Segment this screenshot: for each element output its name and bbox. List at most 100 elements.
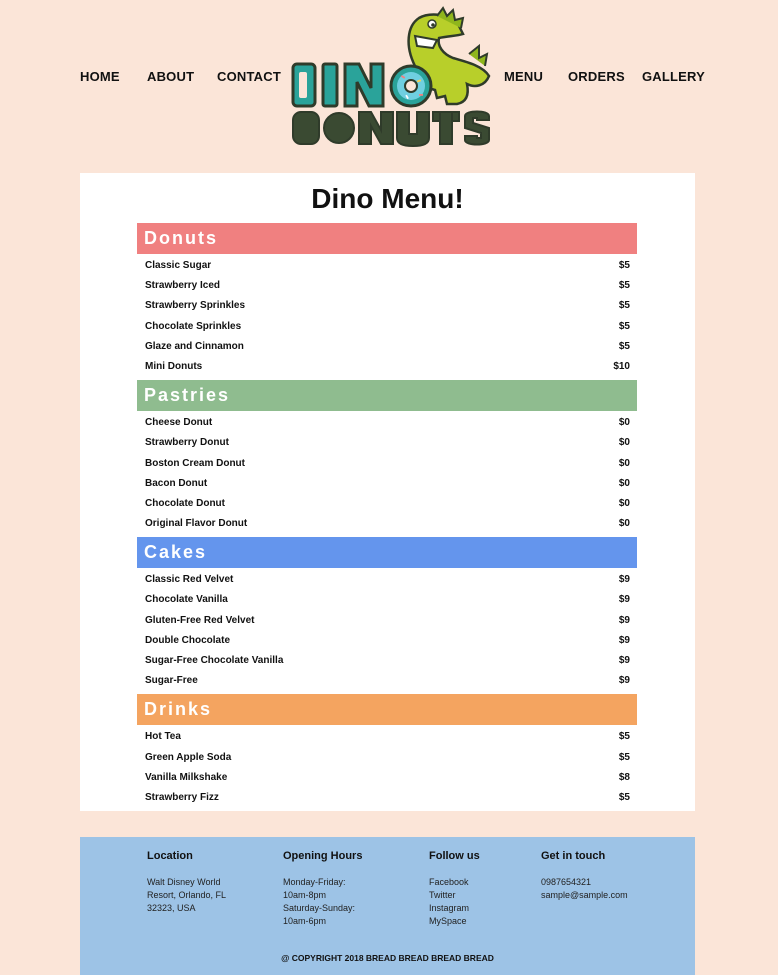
footer-email[interactable]: sample@sample.com: [541, 889, 628, 902]
menu-item-row: Chocolate Sprinkles $5: [137, 317, 637, 337]
footer-location-line: Walt Disney World: [147, 877, 221, 887]
menu-item-row: Classic Red Velvet $9: [137, 570, 637, 590]
menu-item-name: Strawberry Iced: [145, 280, 221, 292]
menu-item-row: Strawberry Sprinkles $5: [137, 296, 637, 316]
menu-item-name: Chocolate Vanilla: [145, 594, 228, 606]
section-item-list: Hot Tea $5 Green Apple Soda $5 Vanilla Milks…: [137, 725, 637, 811]
logo-word-dino: [291, 62, 433, 108]
copyright-text: @ COPYRIGHT 2018 BREAD BREAD BREAD BREAD: [281, 953, 494, 963]
menu-item-price: $5: [618, 340, 630, 352]
dino-donuts-logo[interactable]: [287, 6, 493, 150]
menu-item-row: Mini Donuts $10: [137, 357, 637, 377]
menu-item-price: $5: [618, 791, 630, 803]
menu-item-row: Vanilla Milkshake $8: [137, 768, 637, 788]
menu-item-row: Sugar-Free Chocolate Vanilla $9: [137, 651, 637, 671]
menu-item-price: $5: [618, 260, 630, 271]
footer-twitter-link[interactable]: Twitter: [429, 889, 480, 902]
nav-orders-link[interactable]: ORDERS: [568, 69, 625, 84]
menu-item-name: Cheese Donut: [145, 417, 213, 429]
footer-hours-line: Saturday-Sunday:: [283, 903, 356, 913]
menu-item-row: Original Flavor Donut $0: [137, 514, 637, 534]
nav-menu-link[interactable]: MENU: [504, 69, 543, 84]
menu-item-name: Glaze and Cinnamon: [145, 340, 244, 352]
menu-item-name: Vanilla Milkshake: [145, 771, 228, 783]
footer-hours-title: Opening Hours: [283, 850, 363, 862]
section-header-donuts: Donuts: [137, 223, 637, 254]
menu-item-name: Double Chocolate: [145, 634, 231, 646]
menu-item-price: $9: [618, 634, 630, 646]
menu-item-row: Green Apple Soda $5: [137, 748, 637, 768]
menu-item-name: Hot Tea: [145, 731, 181, 743]
footer-facebook-link[interactable]: Facebook: [429, 876, 480, 889]
nav-gallery-link[interactable]: GALLERY: [642, 69, 705, 84]
footer-location-line: 32323, USA: [147, 903, 196, 913]
menu-item-price: $0: [618, 417, 630, 429]
nav-contact-link[interactable]: CONTACT: [217, 69, 281, 84]
menu-item-price: $10: [613, 360, 630, 372]
menu-item-price: $8: [618, 771, 630, 783]
logo-graphic: [291, 6, 491, 148]
menu-item-row: Strawberry Iced $5: [137, 276, 637, 296]
menu-item-row: Strawberry Fizz $5: [137, 788, 637, 808]
footer-location: Location Walt Disney World Resort, Orlan…: [147, 850, 226, 915]
footer-phone[interactable]: 0987654321: [541, 876, 628, 889]
menu-item-row: Glaze and Cinnamon $5: [137, 337, 637, 357]
menu-item-price: $5: [618, 731, 630, 743]
section-header-drinks: Drinks: [137, 694, 637, 726]
section-item-list: Classic Red Velvet $9 Chocolate Vanilla $9 G…: [137, 568, 637, 694]
menu-item-price: $9: [618, 594, 630, 606]
menu-item-row: Strawberry Donut $0: [137, 433, 637, 453]
footer-hours: Opening Hours Monday-Friday: 10am-8pm Sa…: [283, 850, 362, 928]
menu-item-row: Classic Sugar $5: [137, 256, 637, 276]
footer-contact-title: Get in touch: [541, 850, 606, 862]
menu-item-row: Hot Tea $5: [137, 727, 637, 747]
menu-card: Dino Menu! Donuts Classic Sugar $5 Strawber…: [80, 173, 695, 811]
menu-item-price: $0: [618, 457, 630, 469]
menu-item-price: $5: [618, 300, 630, 312]
menu-item-name: Bacon Donut: [145, 477, 208, 489]
menu-item-row: Bacon Donut $0: [137, 474, 637, 494]
menu-item-price: $0: [618, 437, 630, 449]
menu-item-name: Boston Cream Donut: [145, 457, 245, 469]
footer-hours-line: Monday-Friday:: [283, 877, 346, 887]
menu-item-name: Classic Red Velvet: [145, 574, 234, 586]
menu-item-name: Gluten-Free Red Velvet: [145, 614, 255, 626]
menu-item-row: Double Chocolate $9: [137, 631, 637, 651]
menu-item-name: Sugar-Free: [145, 675, 198, 687]
menu-item-row: Chocolate Donut $0: [137, 494, 637, 514]
menu-item-name: Strawberry Sprinkles: [145, 300, 246, 312]
menu-item-name: Strawberry Donut: [145, 437, 229, 449]
menu-sections: Donuts Classic Sugar $5 Strawberry Iced $5 St…: [137, 223, 637, 811]
menu-item-price: $5: [618, 280, 630, 292]
section-item-list: Cheese Donut $0 Strawberry Donut $0 Boston C…: [137, 411, 637, 537]
menu-item-price: $9: [618, 675, 630, 687]
nav-about-link[interactable]: ABOUT: [147, 69, 194, 84]
menu-item-price: $9: [618, 614, 630, 626]
menu-item-name: Mini Donuts: [145, 360, 203, 372]
logo-word-donuts: [292, 110, 490, 148]
menu-item-row: Chocolate Vanilla $9: [137, 590, 637, 610]
footer-location-line: Resort, Orlando, FL: [147, 890, 227, 900]
menu-item-price: $0: [618, 477, 630, 489]
menu-item-row: Gluten-Free Red Velvet $9: [137, 611, 637, 631]
menu-item-name: Chocolate Sprinkles: [145, 320, 242, 332]
menu-item-row: Boston Cream Donut $0: [137, 454, 637, 474]
menu-item-name: Classic Sugar: [145, 260, 212, 271]
menu-item-name: Green Apple Soda: [145, 751, 232, 763]
nav-home-link[interactable]: HOME: [80, 69, 120, 84]
menu-item-price: $0: [618, 518, 630, 530]
menu-item-name: Strawberry Fizz: [145, 791, 219, 803]
footer-instagram-link[interactable]: Instagram: [429, 902, 480, 915]
menu-item-name: Original Flavor Donut: [145, 518, 248, 530]
footer: Location Walt Disney World Resort, Orlan…: [80, 837, 695, 975]
footer-social: Follow us Facebook Twitter Instagram MyS…: [429, 850, 480, 928]
footer-hours-line: 10am-8pm: [283, 890, 327, 900]
menu-title: Dino Menu!: [311, 183, 464, 214]
menu-item-row: Sugar-Free $9: [137, 671, 637, 691]
section-header-pastries: Pastries: [137, 380, 637, 412]
menu-item-price: $5: [618, 320, 630, 332]
menu-item-price: $0: [618, 497, 630, 509]
menu-item-price: $5: [618, 751, 630, 763]
footer-myspace-link[interactable]: MySpace: [429, 915, 480, 928]
footer-social-title: Follow us: [429, 850, 480, 862]
